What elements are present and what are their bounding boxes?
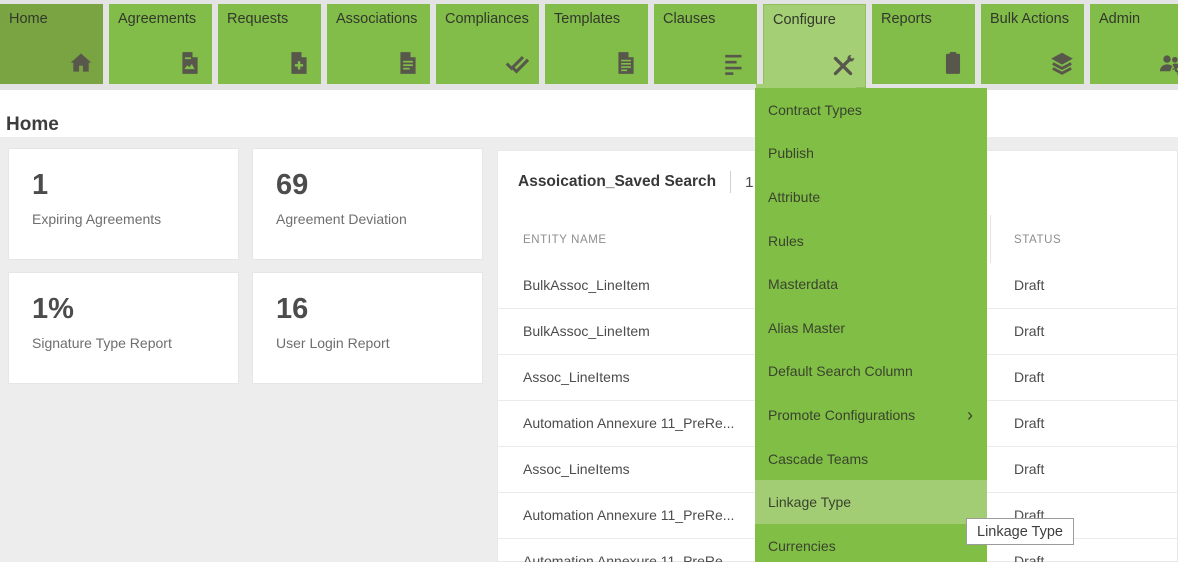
menu-item-label: Attribute — [768, 189, 820, 205]
menu-item-label: Contract Types — [768, 102, 862, 118]
card-label: Signature Type Report — [32, 335, 238, 351]
entity-name-cell: Assoc_LineItems — [523, 369, 630, 385]
nav-tab-home[interactable]: Home — [0, 4, 103, 84]
status-cell: Draft — [1014, 461, 1044, 477]
nav-tab-label: Bulk Actions — [990, 11, 1069, 27]
menu-item-label: Default Search Column — [768, 363, 913, 379]
tooltip-text: Linkage Type — [977, 524, 1063, 540]
panel-title-row: Assoication_Saved Search 1 — [518, 171, 754, 193]
nav-tab-configure[interactable]: Configure — [763, 4, 866, 88]
nav-tab-admin[interactable]: Admin — [1090, 4, 1178, 84]
entity-name-cell: BulkAssoc_LineItem — [523, 323, 650, 339]
users-gear-icon — [1158, 50, 1178, 76]
chevron-right-icon: › — [967, 406, 973, 424]
card-value: 69 — [276, 169, 482, 202]
card-signature-type-report[interactable]: 1% Signature Type Report — [8, 272, 239, 384]
menu-item-contract-types[interactable]: Contract Types — [755, 88, 987, 132]
status-cell: Draft — [1014, 277, 1044, 293]
text-lines-icon — [722, 50, 748, 76]
nav-tab-label: Home — [9, 11, 48, 27]
header-column-divider — [990, 215, 991, 263]
menu-item-attribute[interactable]: Attribute — [755, 175, 987, 219]
saved-search-title: Assoication_Saved Search — [518, 173, 716, 191]
menu-item-promote-configurations[interactable]: Promote Configurations › — [755, 393, 987, 437]
nav-tab-label: Compliances — [445, 11, 529, 27]
clipboard-icon — [940, 50, 966, 76]
file-plus-icon — [286, 50, 312, 76]
menu-item-label: Cascade Teams — [768, 451, 868, 467]
nav-tab-label: Clauses — [663, 11, 715, 27]
menu-item-label: Promote Configurations — [768, 407, 915, 423]
entity-name-cell: Assoc_LineItems — [523, 461, 630, 477]
nav-tab-label: Admin — [1099, 11, 1140, 27]
title-divider — [730, 171, 731, 193]
menu-item-cascade-teams[interactable]: Cascade Teams — [755, 437, 987, 481]
nav-tab-label: Reports — [881, 11, 932, 27]
nav-tab-label: Templates — [554, 11, 620, 27]
tools-icon — [830, 53, 856, 79]
nav-tabs: Home Agreements Requests Associations Co… — [0, 4, 1178, 88]
menu-item-masterdata[interactable]: Masterdata — [755, 262, 987, 306]
menu-item-rules[interactable]: Rules — [755, 219, 987, 263]
entity-name-cell: Automation Annexure 11_PreRe... — [523, 507, 734, 523]
linkage-type-tooltip: Linkage Type — [966, 518, 1074, 545]
nav-tab-label: Configure — [773, 12, 836, 28]
nav-tab-requests[interactable]: Requests — [218, 4, 321, 84]
card-expiring-agreements[interactable]: 1 Expiring Agreements — [8, 148, 239, 260]
menu-item-currencies[interactable]: Currencies — [755, 524, 987, 562]
menu-item-linkage-type[interactable]: Linkage Type — [755, 480, 987, 524]
entity-name-cell: BulkAssoc_LineItem — [523, 277, 650, 293]
file-lines-icon — [395, 50, 421, 76]
status-cell: Draft — [1014, 323, 1044, 339]
column-header-entity-name: ENTITY NAME — [523, 234, 607, 246]
home-icon — [68, 50, 94, 76]
column-header-status: STATUS — [1014, 234, 1061, 246]
nav-tab-clauses[interactable]: Clauses — [654, 4, 757, 84]
card-label: Agreement Deviation — [276, 211, 482, 227]
entity-name-cell: Automation Annexure 11_PreRe... — [523, 415, 734, 431]
card-agreement-deviation[interactable]: 69 Agreement Deviation — [252, 148, 483, 260]
status-cell: Draft — [1014, 553, 1044, 562]
menu-item-label: Alias Master — [768, 320, 845, 336]
menu-item-publish[interactable]: Publish — [755, 132, 987, 176]
page-title: Home — [6, 114, 59, 136]
card-value: 16 — [276, 293, 482, 326]
card-label: User Login Report — [276, 335, 482, 351]
menu-item-label: Masterdata — [768, 276, 838, 292]
nav-tab-label: Requests — [227, 11, 288, 27]
app-window: Home Agreements Requests Associations Co… — [0, 0, 1178, 562]
nav-tab-associations[interactable]: Associations — [327, 4, 430, 84]
card-user-login-report[interactable]: 16 User Login Report — [252, 272, 483, 384]
configure-menu: Contract Types Publish Attribute Rules M… — [755, 88, 987, 562]
nav-tab-reports[interactable]: Reports — [872, 4, 975, 84]
layers-icon — [1049, 50, 1075, 76]
nav-tab-agreements[interactable]: Agreements — [109, 4, 212, 84]
card-label: Expiring Agreements — [32, 211, 238, 227]
menu-item-label: Rules — [768, 233, 804, 249]
status-cell: Draft — [1014, 415, 1044, 431]
nav-tab-bulk-actions[interactable]: Bulk Actions — [981, 4, 1084, 84]
status-cell: Draft — [1014, 369, 1044, 385]
menu-item-label: Linkage Type — [768, 494, 851, 510]
nav-tab-label: Agreements — [118, 11, 196, 27]
menu-item-label: Currencies — [768, 538, 836, 554]
menu-item-alias-master[interactable]: Alias Master — [755, 306, 987, 350]
template-doc-icon — [613, 50, 639, 76]
saved-search-count: 1 — [745, 174, 753, 191]
card-value: 1 — [32, 169, 238, 202]
nav-tab-compliances[interactable]: Compliances — [436, 4, 539, 84]
nav-tab-label: Associations — [336, 11, 417, 27]
page-header: Home — [0, 90, 1178, 137]
double-check-icon — [504, 50, 530, 76]
menu-item-default-search-column[interactable]: Default Search Column — [755, 350, 987, 394]
card-value: 1% — [32, 293, 238, 326]
nav-tab-templates[interactable]: Templates — [545, 4, 648, 84]
menu-item-label: Publish — [768, 145, 814, 161]
agreement-doc-icon — [177, 50, 203, 76]
entity-name-cell: Automation Annexure 11_PreRe... — [523, 553, 734, 562]
